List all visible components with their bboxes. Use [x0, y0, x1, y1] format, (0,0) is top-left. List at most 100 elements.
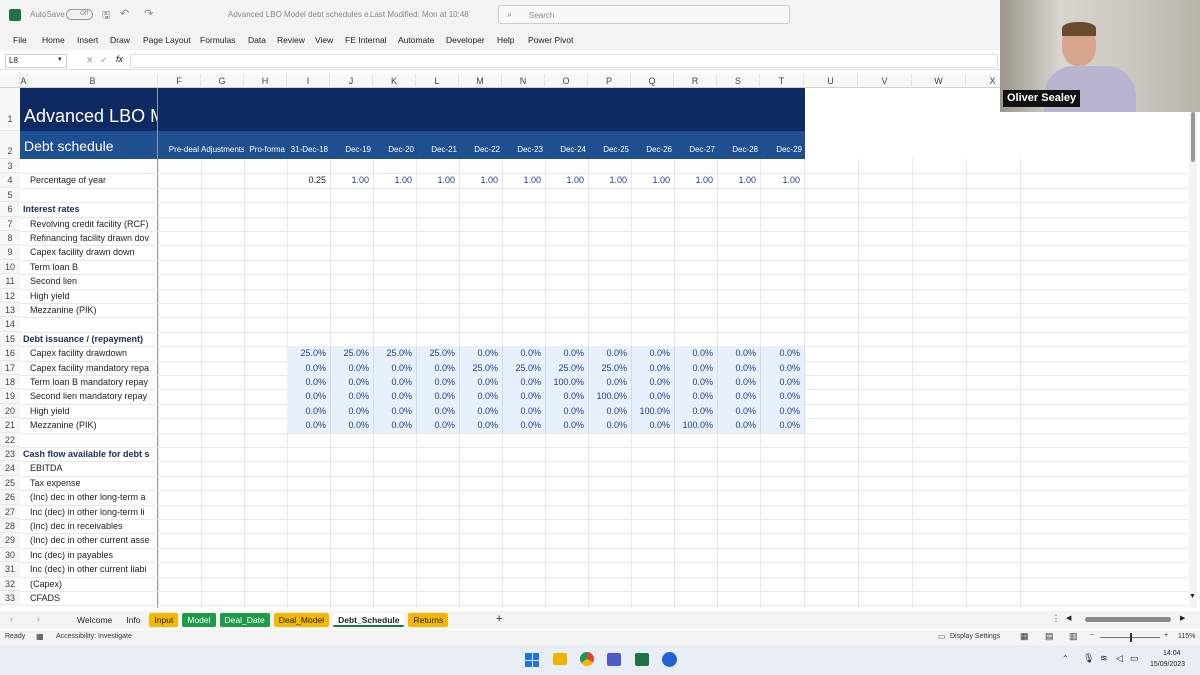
- row-header-31[interactable]: 31: [0, 562, 20, 577]
- row-header-26[interactable]: 26: [0, 490, 20, 505]
- issuance-cell[interactable]: 0.0%: [287, 363, 326, 373]
- excel-taskbar-icon[interactable]: [635, 653, 649, 666]
- windows-start-icon[interactable]: [525, 653, 539, 667]
- row-label-13[interactable]: Mezzanine (PIK): [30, 305, 157, 315]
- macro-icon[interactable]: ▦: [36, 632, 44, 641]
- chevron-up-icon[interactable]: ⌃: [1062, 654, 1069, 663]
- pct-year-cell[interactable]: 1.00: [545, 175, 584, 185]
- column-header-b[interactable]: B: [28, 74, 158, 88]
- pct-year-cell[interactable]: 1.00: [631, 175, 670, 185]
- row-label-9[interactable]: Capex facility drawn down: [30, 247, 157, 257]
- issuance-cell[interactable]: 0.0%: [502, 391, 541, 401]
- issuance-cell[interactable]: 0.0%: [631, 420, 670, 430]
- clock-time[interactable]: 14:04: [1163, 650, 1181, 657]
- next-sheet-icon[interactable]: ›: [37, 614, 40, 624]
- issuance-cell[interactable]: 0.0%: [674, 406, 713, 416]
- row-header-6[interactable]: 6: [0, 202, 20, 217]
- chrome-icon[interactable]: [580, 652, 594, 666]
- page-layout-icon[interactable]: ▤: [1045, 631, 1054, 642]
- issuance-cell[interactable]: 0.0%: [588, 348, 627, 358]
- ribbon-tab-formulas[interactable]: Formulas: [200, 35, 235, 45]
- issuance-cell[interactable]: 0.0%: [545, 348, 584, 358]
- issuance-cell[interactable]: 25.0%: [502, 363, 541, 373]
- issuance-cell[interactable]: 0.0%: [717, 377, 756, 387]
- ribbon-tab-fe-internal[interactable]: FE Internal: [345, 35, 387, 45]
- issuance-cell[interactable]: 0.0%: [760, 391, 800, 401]
- column-header-v[interactable]: V: [858, 74, 912, 88]
- pct-year-cell[interactable]: 0.25: [287, 175, 326, 185]
- issuance-cell[interactable]: 0.0%: [717, 391, 756, 401]
- issuance-cell[interactable]: 0.0%: [760, 406, 800, 416]
- column-header-f[interactable]: F: [158, 74, 201, 88]
- cancel-icon[interactable]: ✕: [86, 55, 94, 66]
- issuance-cell[interactable]: 0.0%: [502, 348, 541, 358]
- issuance-cell[interactable]: 25.0%: [416, 348, 455, 358]
- issuance-cell[interactable]: 0.0%: [631, 391, 670, 401]
- pct-year-cell[interactable]: 1.00: [588, 175, 627, 185]
- issuance-cell[interactable]: 0.0%: [287, 406, 326, 416]
- pct-year-cell[interactable]: 1.00: [373, 175, 412, 185]
- row-header-9[interactable]: 9: [0, 245, 20, 260]
- row-header-17[interactable]: 17: [0, 360, 20, 375]
- issuance-cell[interactable]: 0.0%: [674, 348, 713, 358]
- teams-icon[interactable]: [607, 653, 621, 666]
- row-label-12[interactable]: High yield: [30, 291, 157, 301]
- sheet-tab-deal-model[interactable]: Deal_Model: [273, 613, 330, 627]
- issuance-cell[interactable]: 0.0%: [717, 406, 756, 416]
- accessibility-status[interactable]: Accessibility: Investigate: [56, 633, 132, 640]
- row-header-10[interactable]: 10: [0, 259, 20, 275]
- zoom-slider-thumb[interactable]: [1130, 633, 1132, 642]
- column-header-s[interactable]: S: [717, 74, 760, 88]
- row-header-22[interactable]: 22: [0, 432, 20, 447]
- row-label-27[interactable]: Inc (dec) in other long-term li: [30, 507, 157, 517]
- row-header-13[interactable]: 13: [0, 303, 20, 318]
- row-header-5[interactable]: 5: [0, 187, 20, 203]
- pct-year-cell[interactable]: 1.00: [459, 175, 498, 185]
- column-header-h[interactable]: H: [244, 74, 287, 88]
- sheet-tab-returns[interactable]: Returns: [408, 613, 449, 627]
- save-icon[interactable]: 🖫: [102, 8, 111, 25]
- issuance-cell[interactable]: 0.0%: [502, 420, 541, 430]
- column-header-r[interactable]: R: [674, 74, 717, 88]
- column-header-n[interactable]: N: [502, 74, 545, 88]
- issuance-cell[interactable]: 25.0%: [459, 363, 498, 373]
- issuance-cell[interactable]: 0.0%: [545, 406, 584, 416]
- vertical-scrollbar[interactable]: ▼: [1189, 88, 1197, 608]
- issuance-cell[interactable]: 0.0%: [674, 391, 713, 401]
- issuance-cell[interactable]: 0.0%: [287, 391, 326, 401]
- issuance-cell[interactable]: 0.0%: [631, 363, 670, 373]
- row-header-33[interactable]: 33: [0, 591, 20, 606]
- row-header-29[interactable]: 29: [0, 533, 20, 548]
- normal-view-icon[interactable]: ▦: [1020, 631, 1029, 642]
- page-break-icon[interactable]: ▥: [1069, 631, 1078, 642]
- add-sheet-icon[interactable]: +: [496, 613, 502, 625]
- scroll-down-icon[interactable]: ▼: [1189, 593, 1196, 600]
- ribbon-tab-data[interactable]: Data: [248, 35, 266, 45]
- row-header-30[interactable]: 30: [0, 547, 20, 563]
- row-label-4[interactable]: Percentage of year: [30, 175, 157, 185]
- row-header-25[interactable]: 25: [0, 475, 20, 491]
- ribbon-tab-draw[interactable]: Draw: [110, 35, 130, 45]
- row-label-11[interactable]: Second lien: [30, 276, 157, 286]
- zoom-app-icon[interactable]: [662, 652, 677, 667]
- sheet-tab-model[interactable]: Model: [182, 613, 216, 627]
- issuance-cell[interactable]: 0.0%: [459, 420, 498, 430]
- hscroll-right-icon[interactable]: ▶: [1180, 614, 1185, 622]
- issuance-cell[interactable]: 0.0%: [416, 391, 455, 401]
- scrollbar-thumb[interactable]: [1191, 112, 1195, 162]
- sheet-tab-info[interactable]: Info: [121, 613, 145, 627]
- issuance-cell[interactable]: 0.0%: [459, 391, 498, 401]
- zoom-level[interactable]: 115%: [1178, 633, 1195, 640]
- issuance-cell[interactable]: 25.0%: [588, 363, 627, 373]
- row-header-15[interactable]: 15: [0, 331, 20, 347]
- column-header-o[interactable]: O: [545, 74, 588, 88]
- row-header-32[interactable]: 32: [0, 576, 20, 591]
- issuance-cell[interactable]: 0.0%: [545, 420, 584, 430]
- row-header-3[interactable]: 3: [0, 159, 20, 174]
- more-icon[interactable]: ⋮: [1052, 614, 1060, 623]
- issuance-cell[interactable]: 0.0%: [717, 363, 756, 373]
- issuance-cell[interactable]: 0.0%: [416, 420, 455, 430]
- zoom-out-icon[interactable]: −: [1090, 632, 1094, 639]
- zoom-slider[interactable]: [1100, 633, 1160, 642]
- formula-input[interactable]: [130, 54, 998, 68]
